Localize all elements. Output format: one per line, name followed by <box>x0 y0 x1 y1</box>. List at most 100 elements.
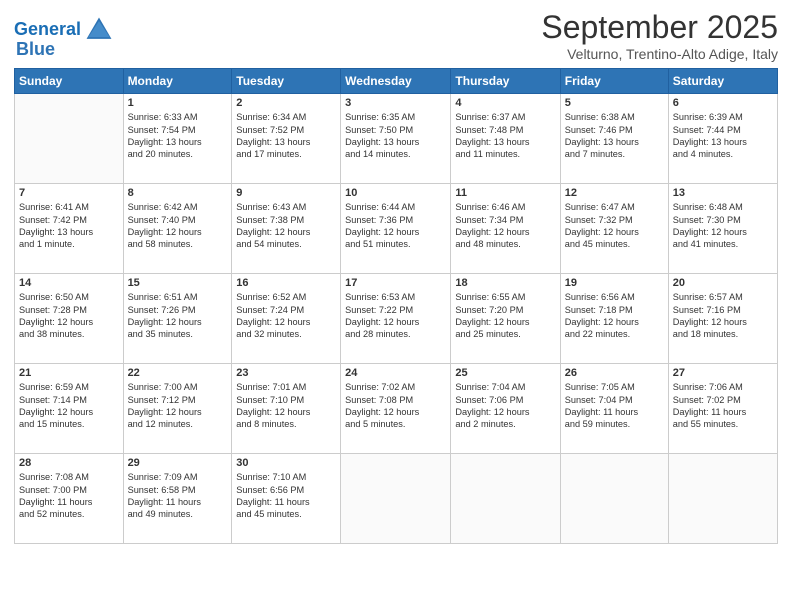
calendar-cell: 17Sunrise: 6:53 AM Sunset: 7:22 PM Dayli… <box>341 274 451 364</box>
day-info: Sunrise: 6:48 AM Sunset: 7:30 PM Dayligh… <box>673 201 773 251</box>
day-info: Sunrise: 6:50 AM Sunset: 7:28 PM Dayligh… <box>19 291 119 341</box>
day-number: 15 <box>128 277 228 289</box>
calendar-cell: 22 Sunrise: 7:00 AM Sunset: 7:12 PM Dayli… <box>123 364 232 454</box>
calendar-cell: 30 Sunrise: 7:10 AM Sunset: 6:56 PM Dayli… <box>232 454 341 544</box>
calendar-header-row: SundayMondayTuesdayWednesdayThursdayFrid… <box>15 69 778 94</box>
day-number: 23 <box>236 367 336 379</box>
calendar-cell: 5 Sunrise: 6:38 AM Sunset: 7:46 PM Daylig… <box>560 94 668 184</box>
day-info: Sunrise: 7:05 AM Sunset: 7:04 PM Dayligh… <box>565 381 664 431</box>
calendar-header-thursday: Thursday <box>451 69 560 94</box>
day-info: Sunrise: 6:33 AM Sunset: 7:54 PM Dayligh… <box>128 111 228 161</box>
day-info: Sunrise: 7:10 AM Sunset: 6:56 PM Dayligh… <box>236 471 336 521</box>
day-info: Sunrise: 7:00 AM Sunset: 7:12 PM Dayligh… <box>128 381 228 431</box>
day-number: 20 <box>673 277 773 289</box>
calendar-cell: 10Sunrise: 6:44 AM Sunset: 7:36 PM Dayli… <box>341 184 451 274</box>
calendar-cell: 23 Sunrise: 7:01 AM Sunset: 7:10 PM Dayli… <box>232 364 341 454</box>
day-number: 7 <box>19 187 119 199</box>
day-number: 14 <box>19 277 119 289</box>
calendar-cell: 20 Sunrise: 6:57 AM Sunset: 7:16 PM Dayli… <box>668 274 777 364</box>
day-number: 18 <box>455 277 555 289</box>
calendar-cell <box>560 454 668 544</box>
day-number: 4 <box>455 97 555 109</box>
calendar-cell: 21 Sunrise: 6:59 AM Sunset: 7:14 PM Dayli… <box>15 364 124 454</box>
day-number: 5 <box>565 97 664 109</box>
calendar-week-row-5: 28 Sunrise: 7:08 AM Sunset: 7:00 PM Dayli… <box>15 454 778 544</box>
day-info: Sunrise: 6:59 AM Sunset: 7:14 PM Dayligh… <box>19 381 119 431</box>
calendar-header-friday: Friday <box>560 69 668 94</box>
day-number: 19 <box>565 277 664 289</box>
calendar-week-row-4: 21 Sunrise: 6:59 AM Sunset: 7:14 PM Dayli… <box>15 364 778 454</box>
calendar-cell: 14 Sunrise: 6:50 AM Sunset: 7:28 PM Dayli… <box>15 274 124 364</box>
calendar-cell <box>668 454 777 544</box>
day-number: 30 <box>236 457 336 469</box>
day-number: 29 <box>128 457 228 469</box>
calendar-cell: 4 Sunrise: 6:37 AM Sunset: 7:48 PM Daylig… <box>451 94 560 184</box>
day-info: Sunrise: 6:57 AM Sunset: 7:16 PM Dayligh… <box>673 291 773 341</box>
day-info: Sunrise: 6:56 AM Sunset: 7:18 PM Dayligh… <box>565 291 664 341</box>
calendar-header-wednesday: Wednesday <box>341 69 451 94</box>
day-info: Sunrise: 6:41 AM Sunset: 7:42 PM Dayligh… <box>19 201 119 251</box>
day-info: Sunrise: 6:51 AM Sunset: 7:26 PM Dayligh… <box>128 291 228 341</box>
day-number: 12 <box>565 187 664 199</box>
calendar-cell: 24 Sunrise: 7:02 AM Sunset: 7:08 PM Dayli… <box>341 364 451 454</box>
day-number: 28 <box>19 457 119 469</box>
calendar-cell: 6Sunrise: 6:39 AM Sunset: 7:44 PM Daylig… <box>668 94 777 184</box>
day-number: 9 <box>236 187 336 199</box>
calendar-cell: 18 Sunrise: 6:55 AM Sunset: 7:20 PM Dayli… <box>451 274 560 364</box>
day-info: Sunrise: 7:08 AM Sunset: 7:00 PM Dayligh… <box>19 471 119 521</box>
calendar-cell: 26 Sunrise: 7:05 AM Sunset: 7:04 PM Dayli… <box>560 364 668 454</box>
calendar-header-sunday: Sunday <box>15 69 124 94</box>
calendar-cell: 28 Sunrise: 7:08 AM Sunset: 7:00 PM Dayli… <box>15 454 124 544</box>
calendar-cell: 9 Sunrise: 6:43 AM Sunset: 7:38 PM Daylig… <box>232 184 341 274</box>
day-info: Sunrise: 7:04 AM Sunset: 7:06 PM Dayligh… <box>455 381 555 431</box>
calendar-cell: 16Sunrise: 6:52 AM Sunset: 7:24 PM Dayli… <box>232 274 341 364</box>
logo-text-blue: Blue <box>16 40 55 60</box>
day-info: Sunrise: 6:37 AM Sunset: 7:48 PM Dayligh… <box>455 111 555 161</box>
day-info: Sunrise: 6:44 AM Sunset: 7:36 PM Dayligh… <box>345 201 446 251</box>
day-info: Sunrise: 6:52 AM Sunset: 7:24 PM Dayligh… <box>236 291 336 341</box>
day-info: Sunrise: 6:47 AM Sunset: 7:32 PM Dayligh… <box>565 201 664 251</box>
header: General Blue September 2025 Velturno, Tr… <box>14 10 778 62</box>
day-info: Sunrise: 7:02 AM Sunset: 7:08 PM Dayligh… <box>345 381 446 431</box>
day-number: 22 <box>128 367 228 379</box>
main-title: September 2025 <box>541 10 778 45</box>
title-block: September 2025 Velturno, Trentino-Alto A… <box>541 10 778 62</box>
day-number: 8 <box>128 187 228 199</box>
calendar-cell: 11 Sunrise: 6:46 AM Sunset: 7:34 PM Dayli… <box>451 184 560 274</box>
day-info: Sunrise: 7:06 AM Sunset: 7:02 PM Dayligh… <box>673 381 773 431</box>
day-number: 26 <box>565 367 664 379</box>
day-info: Sunrise: 6:35 AM Sunset: 7:50 PM Dayligh… <box>345 111 446 161</box>
calendar-week-row-3: 14 Sunrise: 6:50 AM Sunset: 7:28 PM Dayli… <box>15 274 778 364</box>
subtitle: Velturno, Trentino-Alto Adige, Italy <box>541 46 778 62</box>
calendar-cell: 7 Sunrise: 6:41 AM Sunset: 7:42 PM Daylig… <box>15 184 124 274</box>
calendar-cell: 1 Sunrise: 6:33 AM Sunset: 7:54 PM Daylig… <box>123 94 232 184</box>
day-info: Sunrise: 7:09 AM Sunset: 6:58 PM Dayligh… <box>128 471 228 521</box>
day-number: 13 <box>673 187 773 199</box>
day-info: Sunrise: 6:46 AM Sunset: 7:34 PM Dayligh… <box>455 201 555 251</box>
day-info: Sunrise: 6:34 AM Sunset: 7:52 PM Dayligh… <box>236 111 336 161</box>
day-info: Sunrise: 6:43 AM Sunset: 7:38 PM Dayligh… <box>236 201 336 251</box>
day-number: 2 <box>236 97 336 109</box>
calendar-cell <box>15 94 124 184</box>
day-info: Sunrise: 6:39 AM Sunset: 7:44 PM Dayligh… <box>673 111 773 161</box>
day-number: 11 <box>455 187 555 199</box>
calendar-cell <box>341 454 451 544</box>
day-number: 1 <box>128 97 228 109</box>
calendar-header-saturday: Saturday <box>668 69 777 94</box>
calendar-cell: 12 Sunrise: 6:47 AM Sunset: 7:32 PM Dayli… <box>560 184 668 274</box>
day-number: 27 <box>673 367 773 379</box>
day-number: 24 <box>345 367 446 379</box>
day-info: Sunrise: 6:42 AM Sunset: 7:40 PM Dayligh… <box>128 201 228 251</box>
day-info: Sunrise: 6:55 AM Sunset: 7:20 PM Dayligh… <box>455 291 555 341</box>
calendar-header-monday: Monday <box>123 69 232 94</box>
calendar-week-row-1: 1 Sunrise: 6:33 AM Sunset: 7:54 PM Daylig… <box>15 94 778 184</box>
calendar-cell: 8 Sunrise: 6:42 AM Sunset: 7:40 PM Daylig… <box>123 184 232 274</box>
calendar-cell: 2 Sunrise: 6:34 AM Sunset: 7:52 PM Daylig… <box>232 94 341 184</box>
logo: General Blue <box>14 14 115 60</box>
day-number: 21 <box>19 367 119 379</box>
calendar-cell: 27 Sunrise: 7:06 AM Sunset: 7:02 PM Dayli… <box>668 364 777 454</box>
calendar-cell: 13 Sunrise: 6:48 AM Sunset: 7:30 PM Dayli… <box>668 184 777 274</box>
day-number: 25 <box>455 367 555 379</box>
day-info: Sunrise: 6:38 AM Sunset: 7:46 PM Dayligh… <box>565 111 664 161</box>
day-info: Sunrise: 7:01 AM Sunset: 7:10 PM Dayligh… <box>236 381 336 431</box>
